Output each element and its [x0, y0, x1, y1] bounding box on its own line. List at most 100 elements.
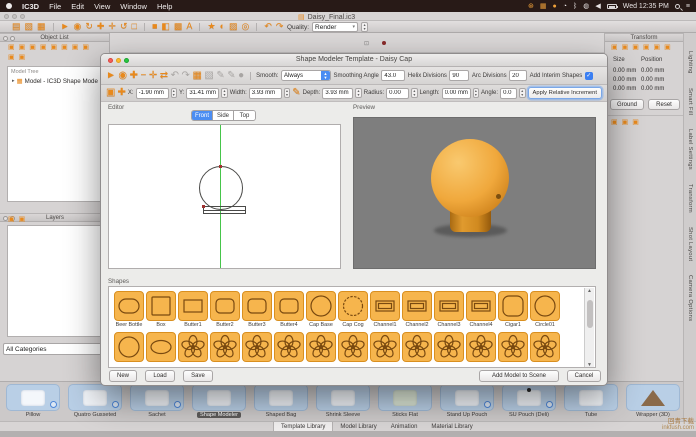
scroll-down-icon[interactable]: ▼ — [585, 362, 594, 368]
effects-icon[interactable]: ★ — [207, 22, 215, 31]
shape-tile-row2[interactable] — [338, 332, 368, 362]
template-thumbnail[interactable] — [564, 384, 618, 411]
quality-stepper[interactable]: ▲▼ — [361, 22, 368, 32]
shape-tile-channel2[interactable] — [402, 291, 432, 321]
fit-icon[interactable]: ▣ — [664, 44, 671, 51]
center-icon[interactable]: ▣ — [654, 44, 661, 51]
save-document-icon[interactable]: ▦ — [37, 22, 46, 31]
cancel-button[interactable]: Cancel — [567, 370, 601, 382]
quality-select[interactable]: Render ▾ — [312, 22, 358, 32]
shape-tile-butter4[interactable] — [274, 291, 304, 321]
align-icon[interactable]: ▣ — [611, 44, 618, 51]
template-thumbnail[interactable] — [192, 384, 246, 411]
undo-icon[interactable]: ↶ — [264, 22, 272, 31]
new-document-icon[interactable]: ▤ — [12, 22, 21, 31]
snap-icon[interactable]: ▣ — [632, 44, 639, 51]
shape-tile-row2[interactable] — [498, 332, 528, 362]
mirror-tool-icon[interactable]: ⇄ — [160, 71, 168, 81]
shape-tile-beer-bottle[interactable] — [114, 291, 144, 321]
close-window-button[interactable] — [4, 14, 9, 19]
length-field[interactable] — [442, 88, 471, 99]
x-field[interactable] — [136, 88, 169, 99]
panel-menu-button[interactable] — [10, 36, 15, 41]
template-thumbnail[interactable] — [440, 384, 494, 411]
clock-icon[interactable]: ◔ — [563, 3, 567, 10]
template-thumbnail[interactable] — [316, 384, 370, 411]
zoom-tool-icon[interactable]: ◉ — [73, 22, 81, 31]
zoom-tool-icon[interactable]: ◉ — [118, 71, 127, 81]
shelf-item-shrink-sleeve[interactable]: Shrink Sleeve — [314, 384, 372, 421]
select-tool-icon[interactable]: ► — [106, 71, 116, 81]
shape-tile-row2[interactable] — [274, 332, 304, 362]
orbit-tool-icon[interactable]: ↻ — [85, 22, 93, 31]
battery-icon[interactable] — [607, 4, 617, 9]
redo-icon[interactable]: ↷ — [182, 71, 190, 81]
shape-tile-row2[interactable] — [306, 332, 336, 362]
pan-tool-icon[interactable]: ✚ — [97, 22, 105, 31]
search-icon[interactable] — [675, 4, 680, 9]
shelf-item-pillow[interactable]: Pillow — [4, 384, 62, 421]
menu-item-ic3d[interactable]: IC3D — [22, 2, 39, 11]
rotate-tool-icon[interactable]: ↺ — [120, 22, 128, 31]
tab-close-icon[interactable]: ⊡ — [364, 40, 369, 47]
shape-tile-row2[interactable] — [178, 332, 208, 362]
app-status-icon-2[interactable]: ▦ — [540, 2, 547, 10]
redo-icon[interactable]: ↷ — [276, 22, 284, 31]
export-icon[interactable]: ▣ — [61, 44, 68, 51]
delete-icon[interactable]: ▣ — [40, 44, 47, 51]
add-model-to-scene-button[interactable]: Add Model to Scene — [479, 370, 559, 382]
add-group-icon[interactable]: ▣ — [19, 44, 26, 51]
folder-new-icon[interactable]: ▣ — [8, 54, 15, 61]
shape-tile-row2[interactable] — [146, 332, 176, 362]
edit-pencil-icon[interactable]: ✎ — [292, 88, 300, 98]
scale-tool-icon[interactable]: ▣ — [632, 119, 639, 126]
eraser-icon[interactable]: ● — [238, 71, 244, 81]
material-icon[interactable]: ▨ — [229, 22, 238, 31]
menu-item-edit[interactable]: Edit — [71, 2, 84, 11]
shelf-item-su-pouch-deli-[interactable]: SU Pouch (Deli) — [500, 384, 558, 421]
menu-item-window[interactable]: Window — [120, 2, 147, 11]
camera-icon[interactable]: ◎ — [241, 22, 249, 31]
profile-circle-outline[interactable] — [199, 166, 243, 210]
shape-tile-butter3[interactable] — [242, 291, 272, 321]
library-tab-material-library[interactable]: Material Library — [424, 422, 479, 431]
arc-divisions-field[interactable] — [509, 70, 527, 81]
new-button[interactable]: New — [109, 370, 137, 382]
width-field[interactable] — [249, 88, 282, 99]
side-tab-camera-options[interactable]: Camera Options — [687, 275, 693, 321]
apply-relative-increment-button[interactable]: Apply Relative Increment — [528, 87, 602, 99]
scale-tool-icon[interactable]: □ — [132, 22, 137, 31]
profile-node[interactable] — [219, 165, 222, 168]
shape-tile-cigar1[interactable] — [498, 291, 528, 321]
profile-rect-outline[interactable] — [203, 206, 246, 214]
shape-tile-channel3[interactable] — [434, 291, 464, 321]
profile-node[interactable] — [202, 205, 205, 208]
side-tab-smart-fill[interactable]: Smart Fill — [687, 88, 693, 115]
shapes-filter-select[interactable]: All Categories ▾ — [3, 343, 106, 355]
width-stepper[interactable]: ▲▼ — [284, 88, 290, 98]
shelf-item-quatro-gusseted[interactable]: Quatro Gusseted — [66, 384, 124, 421]
save-button[interactable]: Save — [183, 370, 213, 382]
menu-item-file[interactable]: File — [49, 2, 61, 11]
side-tab-label-settings[interactable]: Label Settings — [687, 129, 693, 170]
smooth-select[interactable]: Always ▲▼ — [281, 70, 331, 81]
move-point-icon[interactable]: ✛ — [149, 71, 157, 81]
lighting-icon[interactable]: ◐ — [220, 22, 225, 31]
template-thumbnail[interactable] — [6, 384, 60, 411]
volume-icon[interactable]: ◀ — [595, 2, 600, 10]
render-mode-icon[interactable]: ■ — [152, 22, 157, 31]
template-thumbnail[interactable] — [626, 384, 680, 411]
apple-icon[interactable] — [6, 3, 12, 9]
folder-open-icon[interactable]: ▣ — [19, 54, 26, 61]
helix-divisions-field[interactable] — [449, 70, 469, 81]
settings-icon[interactable]: ▣ — [82, 44, 89, 51]
shape-tile-channel4[interactable] — [466, 291, 496, 321]
menu-item-view[interactable]: View — [94, 2, 110, 11]
angle-field[interactable] — [500, 88, 517, 99]
side-tab-transform[interactable]: Transform — [687, 184, 693, 213]
shape-tile-cap-cog[interactable] — [338, 291, 368, 321]
shelf-item-wrapper-3d-[interactable]: Wrapper (3D) — [624, 384, 682, 421]
undo-icon[interactable]: ↶ — [171, 71, 179, 81]
shape-tile-butter1[interactable] — [178, 291, 208, 321]
lock-icon[interactable]: ▣ — [643, 44, 650, 51]
